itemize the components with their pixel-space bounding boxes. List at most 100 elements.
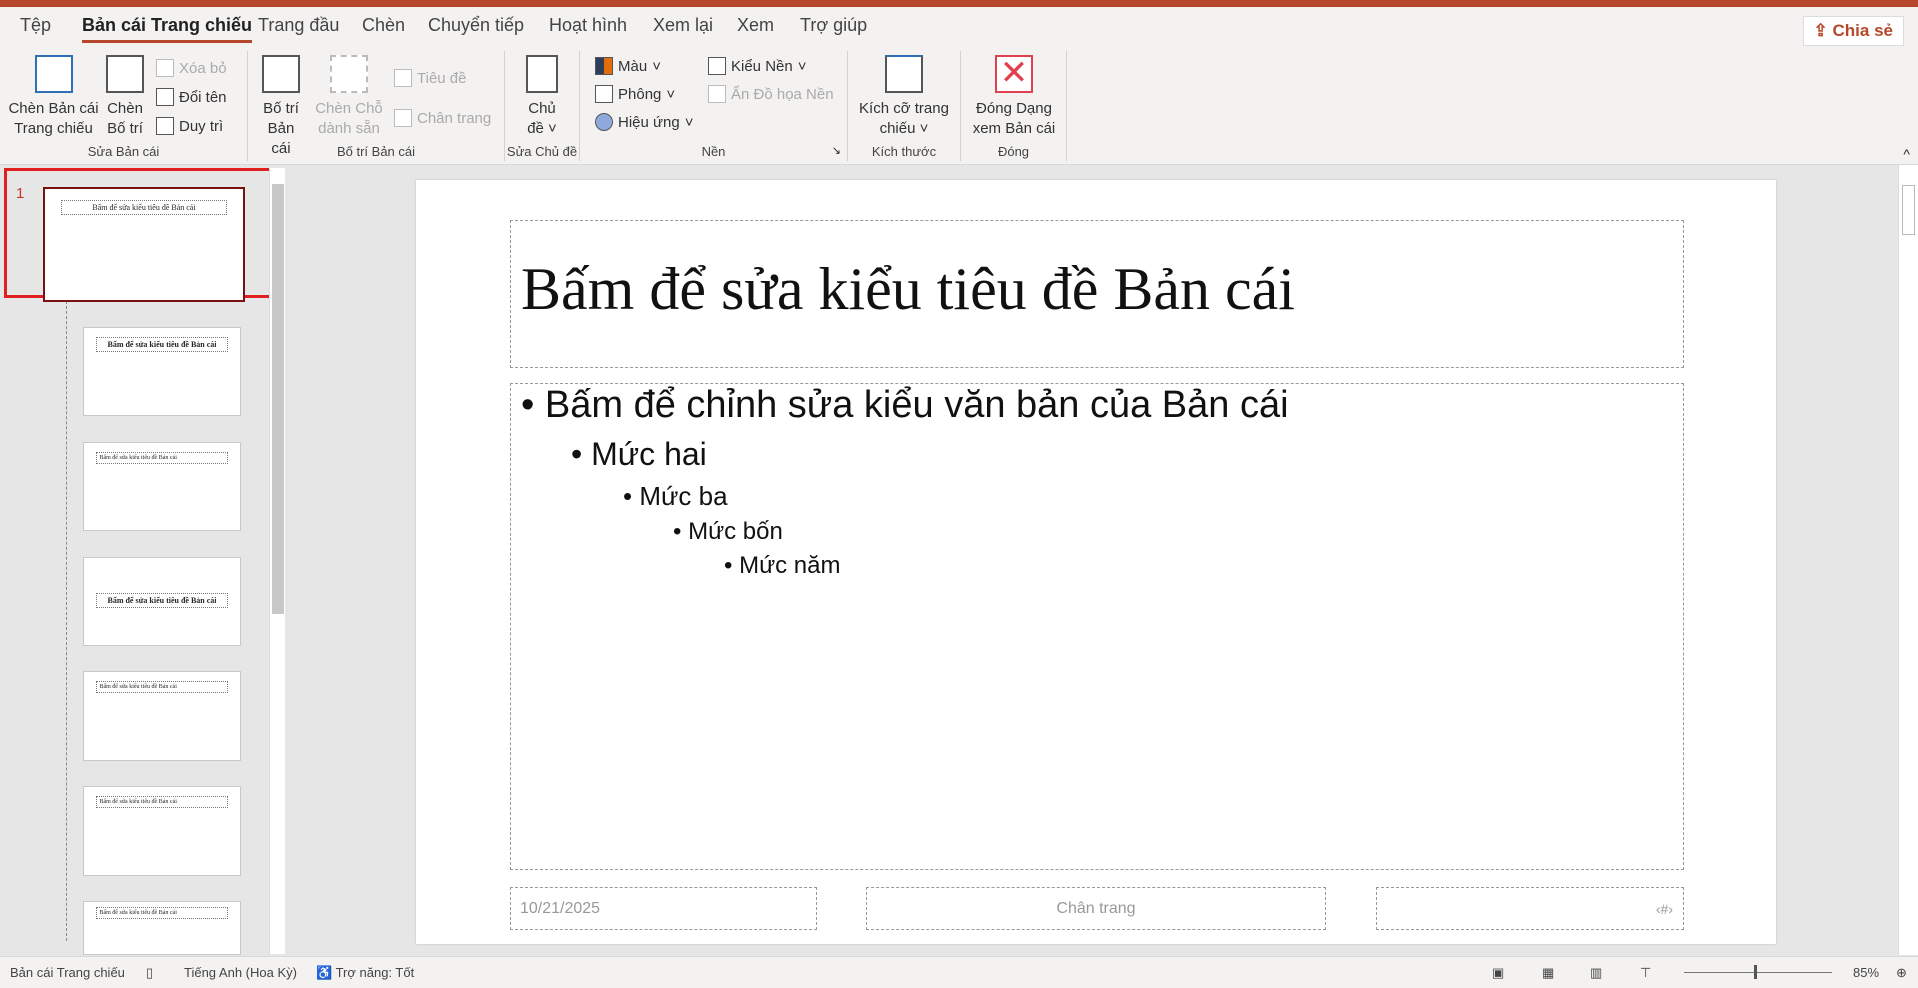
thumb-title: Bấm để sửa kiểu tiêu đề Bản cái [96, 593, 227, 608]
group-size: Kích cỡ trang chiếu ˅ Kích thước [848, 51, 961, 161]
background-styles-button[interactable]: Kiểu Nền˅ [708, 57, 806, 75]
slide-size-icon [885, 55, 923, 93]
group-edit-theme: Chủ đề ˅ Sửa Chủ đề [505, 51, 580, 161]
reading-view-icon[interactable]: ▥ [1590, 965, 1602, 981]
tab-animations[interactable]: Hoạt hình [549, 15, 627, 36]
hide-background-checkbox[interactable]: Ẩn Đồ họa Nền [708, 85, 834, 103]
group-label: Kích thước [848, 144, 960, 159]
slide-number-text: ‹#› [1656, 901, 1673, 917]
group-background: Màu˅ Phông˅ Hiệu ứng˅ Kiểu Nền˅ Ẩn Đồ họ… [580, 51, 848, 161]
slide-sorter-icon[interactable]: ▦ [1542, 965, 1554, 981]
preserve-button[interactable]: Duy trì [156, 117, 223, 135]
delete-button[interactable]: Xóa bỏ [156, 59, 227, 77]
tab-help[interactable]: Trợ giúp [800, 15, 867, 36]
group-label: Đóng [961, 144, 1066, 159]
tab-transitions[interactable]: Chuyển tiếp [428, 15, 524, 36]
scroll-thumb[interactable] [272, 184, 284, 614]
paint-bucket-icon [708, 57, 726, 75]
scroll-thumb[interactable] [1902, 185, 1915, 235]
title-placeholder[interactable]: Bấm để sửa kiểu tiêu đề Bản cái [510, 220, 1684, 368]
ribbon: Chèn Bản cái Trang chiếu Chèn Bố trí Xóa… [0, 47, 1918, 165]
thumbnail-scrollbar[interactable] [269, 168, 285, 954]
thumb-title: Bấm để sửa kiểu tiêu đề Bản cái [96, 681, 227, 693]
rename-button[interactable]: Đổi tên [156, 88, 227, 106]
thumbnail-layout[interactable]: Bấm để sửa kiểu tiêu đề Bản cái [83, 671, 241, 761]
view-label: Bản cái Trang chiếu [10, 965, 125, 980]
thumbnail-layout[interactable]: Bấm để sửa kiểu tiêu đề Bản cái [83, 327, 241, 416]
checkbox-icon [394, 109, 412, 127]
slide-master-canvas[interactable]: Bấm để sửa kiểu tiêu đề Bản cái • Bấm để… [416, 180, 1776, 944]
thumbnail-layout[interactable]: Bấm để sửa kiểu tiêu đề Bản cái [83, 442, 241, 531]
title-text: Bấm để sửa kiểu tiêu đề Bản cái [521, 255, 1295, 324]
zoom-slider-thumb[interactable] [1754, 965, 1757, 979]
thumbnail-layout[interactable]: Bấm để sửa kiểu tiêu đề Bản cái [83, 557, 241, 646]
insert-layout-icon [106, 55, 144, 93]
level-5-text: Mức năm [739, 552, 840, 579]
thumb-title: Bấm để sửa kiểu tiêu đề Bản cái [96, 796, 227, 808]
share-icon: ⇪ [1814, 21, 1833, 40]
title-checkbox[interactable]: Tiêu đề [394, 69, 466, 87]
normal-view-icon[interactable]: ▣ [1492, 965, 1504, 981]
insert-placeholder-button[interactable]: Chèn Chỗ dành sẵn [310, 55, 388, 139]
thumb-title: Bấm để sửa kiểu tiêu đề Bản cái [96, 452, 227, 464]
tab-review[interactable]: Xem lại [653, 15, 713, 36]
share-button[interactable]: ⇪ Chia sẻ [1803, 16, 1904, 46]
language-status[interactable]: Tiếng Anh (Hoa Kỳ) [184, 965, 297, 980]
rename-icon [156, 88, 174, 106]
fonts-button[interactable]: Phông˅ [595, 85, 675, 103]
themes-button[interactable]: Chủ đề ˅ [519, 55, 565, 139]
colors-button[interactable]: Màu˅ [595, 57, 661, 75]
thumbnail-master[interactable]: Bấm để sửa kiểu tiêu đề Bản cái [43, 187, 245, 302]
group-edit-master: Chèn Bản cái Trang chiếu Chèn Bố trí Xóa… [0, 51, 248, 161]
effects-button[interactable]: Hiệu ứng˅ [595, 113, 694, 131]
zoom-slider[interactable] [1684, 972, 1832, 973]
level-1-text: Bấm để chỉnh sửa kiểu văn bản của Bản cá… [545, 384, 1289, 426]
title-bar [0, 0, 1918, 7]
tab-insert[interactable]: Chèn [362, 15, 405, 36]
level-2-text: Mức hai [591, 436, 707, 472]
level-2: • Mức hai [571, 436, 707, 473]
fit-to-window-icon[interactable]: ⊕ [1896, 965, 1907, 981]
thumbnail-layout[interactable]: Bấm để sửa kiểu tiêu đề Bản cái [83, 786, 241, 876]
vertical-scrollbar[interactable] [1898, 165, 1918, 955]
level-3-text: Mức ba [639, 481, 727, 511]
level-5: • Mức năm [724, 552, 841, 580]
collapse-ribbon-icon[interactable]: ^ [1903, 146, 1910, 162]
insert-master-icon [35, 55, 73, 93]
body-placeholder[interactable]: • Bấm để chỉnh sửa kiểu văn bản của Bản … [510, 383, 1684, 870]
slide-number-placeholder[interactable]: ‹#› [1376, 887, 1684, 930]
footer-checkbox[interactable]: Chân trang [394, 109, 491, 127]
tab-slide-master[interactable]: Bản cái Trang chiếu [82, 15, 252, 43]
zoom-level[interactable]: 85% [1853, 965, 1879, 980]
checkbox-icon [394, 69, 412, 87]
slide-size-button[interactable]: Kích cỡ trang chiếu ˅ [852, 55, 956, 139]
tab-file[interactable]: Tệp [20, 15, 51, 36]
group-master-layout: Bố trí Bản cái Chèn Chỗ dành sẵn Tiêu đề… [248, 51, 505, 161]
group-label: Nền [580, 144, 847, 159]
thumbnail-layout[interactable]: Bấm để sửa kiểu tiêu đề Bản cái [83, 901, 241, 955]
insert-master-button[interactable]: Chèn Bản cái Trang chiếu [6, 55, 101, 139]
thumb-title: Bấm để sửa kiểu tiêu đề Bản cái [96, 907, 227, 919]
tab-home[interactable]: Trang đầu [258, 15, 339, 36]
spelling-icon[interactable]: ▯ [146, 965, 153, 981]
insert-layout-button[interactable]: Chèn Bố trí [104, 55, 146, 139]
accessibility-status[interactable]: ♿ Trợ năng: Tốt [316, 965, 414, 981]
date-placeholder[interactable]: 10/21/2025 [510, 887, 817, 930]
level-3: • Mức ba [623, 481, 728, 512]
fonts-icon [595, 85, 613, 103]
group-close: ✕Đóng Dạng xem Bản cái Đóng [961, 51, 1067, 161]
date-text: 10/21/2025 [520, 900, 600, 917]
dialog-launcher-icon[interactable]: ↘ [832, 144, 841, 157]
level-4-text: Mức bốn [688, 518, 783, 545]
placeholder-icon [330, 55, 368, 93]
themes-icon [526, 55, 558, 93]
status-bar: Bản cái Trang chiếu ▯ Tiếng Anh (Hoa Kỳ)… [0, 956, 1918, 988]
tree-line [66, 301, 67, 941]
tab-view[interactable]: Xem [737, 15, 774, 36]
group-label: Sửa Bản cái [0, 144, 247, 159]
close-master-view-button[interactable]: ✕Đóng Dạng xem Bản cái [965, 55, 1063, 139]
slideshow-icon[interactable]: ⊤ [1640, 965, 1651, 981]
footer-placeholder[interactable]: Chân trang [866, 887, 1326, 930]
colors-icon [595, 57, 613, 75]
pin-icon [156, 117, 174, 135]
